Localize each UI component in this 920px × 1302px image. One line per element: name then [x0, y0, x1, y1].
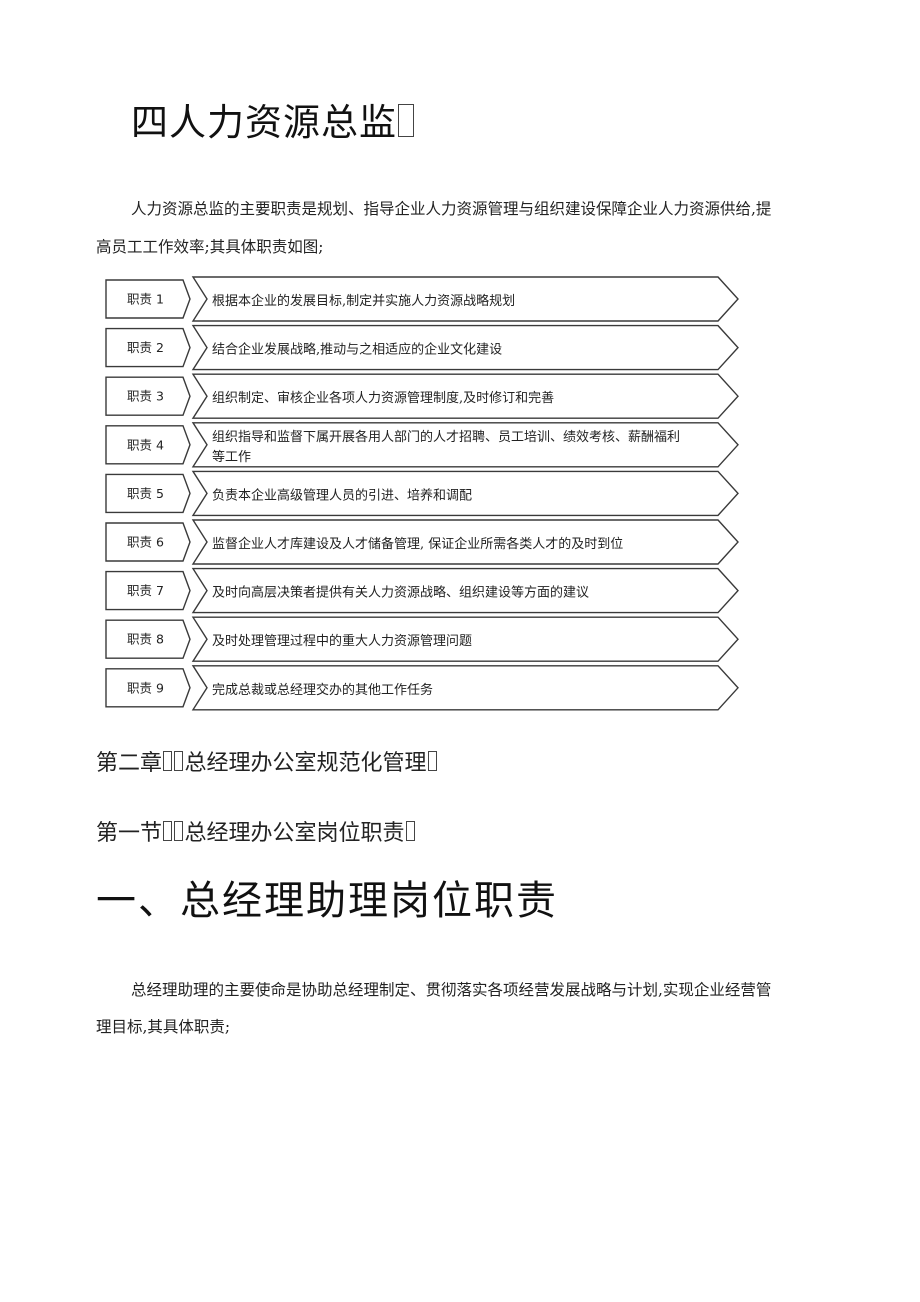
- outro-paragraph-line-2: 理目标,其具体职责;: [96, 1018, 231, 1036]
- subsection-title: 一、总经理助理岗位职责: [96, 878, 558, 924]
- duty-row: 职责 7 及时向高层决策者提供有关人力资源战略、组织建设等方面的建议: [105, 567, 739, 614]
- duty-label: 职责 3: [127, 389, 164, 404]
- duty-description: 等工作: [212, 449, 251, 465]
- duty-row: 职责 4 组织指导和监督下属开展各用人部门的人才招聘、员工培训、绩效考核、薪酬福利…: [105, 422, 739, 468]
- missing-glyph-icon: [427, 751, 437, 772]
- missing-glyph-icon: [163, 751, 173, 772]
- section-title: 四人力资源总监: [131, 92, 415, 146]
- duty-diagram: 职责 1 根据本企业的发展目标,制定并实施人力资源战略规划职责 2 结合企业发展战略…: [105, 276, 739, 711]
- missing-glyph-icon: [163, 821, 173, 842]
- duty-label: 职责 8: [127, 632, 164, 647]
- duty-description: 组织指导和监督下属开展各用人部门的人才招聘、员工培训、绩效考核、薪酬福利: [212, 429, 680, 445]
- duty-description: 根据本企业的发展目标,制定并实施人力资源战略规划: [212, 293, 515, 309]
- missing-glyph-icon: [174, 751, 184, 772]
- intro-paragraph-line-1: 人力资源总监的主要职责是规划、指导企业人力资源管理与组织建设保障企业人力资源供给…: [131, 200, 772, 218]
- duty-label: 职责 2: [127, 340, 164, 355]
- duty-label: 职责 4: [127, 437, 164, 452]
- duty-row: 职责 3 组织制定、审核企业各项人力资源管理制度,及时修订和完善: [105, 373, 739, 419]
- duty-description: 负责本企业高级管理人员的引进、培养和调配: [212, 487, 472, 503]
- duty-label: 职责 7: [127, 583, 164, 598]
- duty-description: 结合企业发展战略,推动与之相适应的企业文化建设: [212, 342, 502, 358]
- chapter-heading: 第二章 总经理办公室规范化管理: [96, 745, 438, 777]
- intro-paragraph-line-2: 高员工工作效率;其具体职责如图;: [96, 238, 324, 256]
- duty-description: 及时向高层决策者提供有关人力资源战略、组织建设等方面的建议: [212, 585, 589, 601]
- duty-row: 职责 9 完成总裁或总经理交办的其他工作任务: [105, 665, 739, 711]
- duty-row: 职责 5 负责本企业高级管理人员的引进、培养和调配: [105, 470, 739, 517]
- duty-description: 组织制定、审核企业各项人力资源管理制度,及时修订和完善: [212, 390, 554, 406]
- duty-label: 职责 6: [127, 535, 164, 550]
- missing-glyph-icon: [405, 821, 415, 842]
- duty-row: 职责 1 根据本企业的发展目标,制定并实施人力资源战略规划: [105, 276, 739, 322]
- duty-row: 职责 6 监督企业人才库建设及人才储备管理, 保证企业所需各类人才的及时到位: [105, 519, 739, 565]
- missing-glyph-icon: [174, 821, 184, 842]
- duty-row: 职责 2 结合企业发展战略,推动与之相适应的企业文化建设: [105, 324, 739, 371]
- duty-label: 职责 9: [127, 680, 164, 695]
- duty-description: 监督企业人才库建设及人才储备管理, 保证企业所需各类人才的及时到位: [212, 536, 623, 552]
- missing-glyph-icon: [398, 103, 414, 137]
- duty-label: 职责 5: [127, 486, 164, 501]
- duty-label: 职责 1: [127, 292, 164, 307]
- duty-description: 完成总裁或总经理交办的其他工作任务: [212, 682, 433, 698]
- duty-row: 职责 8 及时处理管理过程中的重大人力资源管理问题: [105, 616, 739, 662]
- duty-description: 及时处理管理过程中的重大人力资源管理问题: [212, 633, 472, 649]
- outro-paragraph-line-1: 总经理助理的主要使命是协助总经理制定、贯彻落实各项经营发展战略与计划,实现企业经…: [131, 981, 772, 999]
- section-heading: 第一节 总经理办公室岗位职责: [96, 815, 416, 847]
